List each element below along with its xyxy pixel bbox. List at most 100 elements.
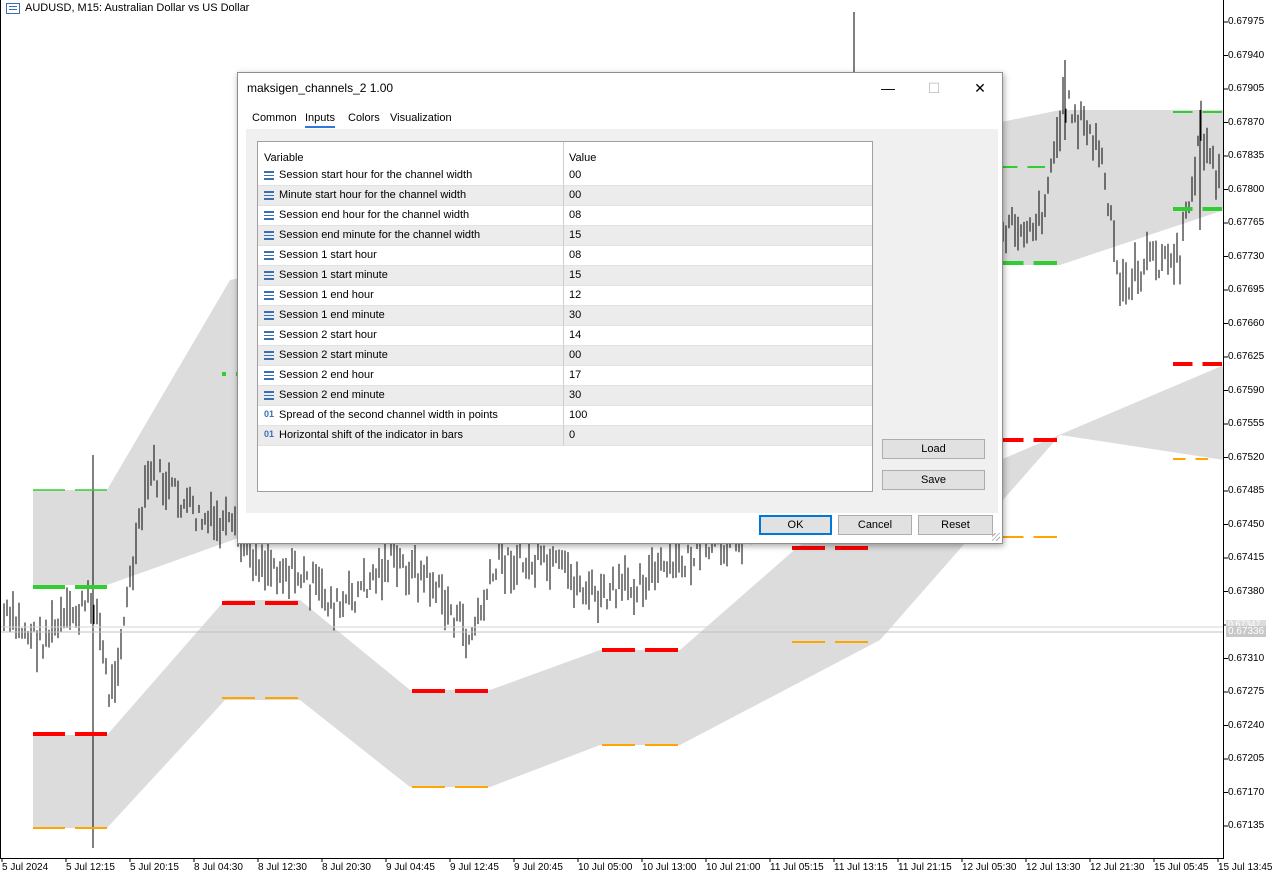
table-row[interactable]: 01 Horizontal shift of the indicator in b… xyxy=(258,426,872,446)
row-variable-name: Minute start hour for the channel width xyxy=(279,189,467,201)
lines-icon xyxy=(264,391,274,400)
price-label: 0.67240 xyxy=(1228,719,1265,731)
row-value-field[interactable]: 12 xyxy=(569,289,581,301)
row-value-field[interactable]: 00 xyxy=(569,189,581,201)
row-value-field[interactable]: 17 xyxy=(569,369,581,381)
lines-icon xyxy=(264,231,274,240)
table-row[interactable]: Session 1 start minute 15 xyxy=(258,266,872,286)
row-value-field[interactable]: 08 xyxy=(569,249,581,261)
row-value-field[interactable]: 00 xyxy=(569,349,581,361)
lines-icon xyxy=(264,311,274,320)
table-row[interactable]: Session 2 start minute 00 xyxy=(258,346,872,366)
time-label: 8 Jul 12:30 xyxy=(258,862,307,873)
tab-common[interactable]: Common xyxy=(252,112,297,124)
time-label: 5 Jul 20:15 xyxy=(130,862,179,873)
tab-visualization[interactable]: Visualization xyxy=(390,112,452,124)
time-label: 15 Jul 05:45 xyxy=(1154,862,1209,873)
price-label: 0.67450 xyxy=(1228,518,1265,530)
ok-button[interactable]: OK xyxy=(759,515,832,535)
chart-window-icon xyxy=(6,2,20,14)
row-value-field[interactable]: 15 xyxy=(569,269,581,281)
price-label: 0.67170 xyxy=(1228,786,1265,798)
lines-icon xyxy=(264,331,274,340)
table-row[interactable]: Session 1 end minute 30 xyxy=(258,306,872,326)
table-row[interactable]: Session end minute for the channel width… xyxy=(258,226,872,246)
table-row[interactable]: Minute start hour for the channel width 0… xyxy=(258,186,872,206)
reset-button[interactable]: Reset xyxy=(918,515,993,535)
price-label: 0.67415 xyxy=(1228,552,1265,563)
price-label: 0.67205 xyxy=(1228,753,1265,764)
row-variable-name: Horizontal shift of the indicator in bar… xyxy=(279,429,464,441)
tab-inputs[interactable]: Inputs xyxy=(305,112,335,128)
table-row[interactable]: Session 2 end hour 17 xyxy=(258,366,872,386)
lines-icon xyxy=(264,171,274,180)
lines-icon xyxy=(264,371,274,380)
row-variable-name: Session 2 end hour xyxy=(279,369,374,381)
price-label: 0.67625 xyxy=(1228,351,1265,362)
time-label: 11 Jul 21:15 xyxy=(898,862,952,873)
price-label: 0.67380 xyxy=(1228,585,1265,597)
time-label: 9 Jul 12:45 xyxy=(450,862,499,873)
minimize-icon[interactable]: — xyxy=(865,73,911,103)
table-row[interactable]: Session start hour for the channel width… xyxy=(258,166,872,186)
price-label: 0.67940 xyxy=(1228,49,1265,61)
lines-icon xyxy=(264,251,274,260)
price-label: 0.67730 xyxy=(1228,250,1265,262)
indicator-properties-dialog[interactable]: maksigen_channels_2 1.00 — ☐ ✕ Common In… xyxy=(237,72,1003,544)
save-button[interactable]: Save xyxy=(882,470,985,490)
table-row[interactable]: Session 1 start hour 08 xyxy=(258,246,872,266)
resize-grip-icon[interactable] xyxy=(992,533,1000,541)
table-row[interactable]: Session 2 end minute 30 xyxy=(258,386,872,406)
tab-colors[interactable]: Colors xyxy=(348,112,380,124)
row-variable-name: Session end minute for the channel width xyxy=(279,229,481,241)
row-value-field[interactable]: 15 xyxy=(569,229,581,241)
price-label: 0.67835 xyxy=(1228,150,1265,161)
time-label: 11 Jul 05:15 xyxy=(770,862,824,873)
lines-icon xyxy=(264,191,274,200)
row-separator xyxy=(258,445,872,446)
time-label: 11 Jul 13:15 xyxy=(834,862,888,873)
time-label: 10 Jul 13:00 xyxy=(642,862,697,873)
dialog-title: maksigen_channels_2 1.00 xyxy=(247,81,394,95)
chart-symbol-title: AUDUSD, M15: Australian Dollar vs US Dol… xyxy=(25,2,250,14)
price-label: 0.67135 xyxy=(1228,820,1265,831)
price-label: 0.67485 xyxy=(1228,485,1265,496)
current-price-label: 0.67336 xyxy=(1226,626,1266,637)
number-icon: 01 xyxy=(264,409,275,419)
lines-icon xyxy=(264,291,274,300)
row-variable-name: Session 1 end hour xyxy=(279,289,374,301)
header-variable: Variable xyxy=(264,152,304,164)
maximize-icon[interactable]: ☐ xyxy=(911,73,957,103)
row-variable-name: Session 2 start minute xyxy=(279,349,388,361)
price-label: 0.67975 xyxy=(1228,16,1265,27)
cancel-button[interactable]: Cancel xyxy=(838,515,912,535)
price-label: 0.67590 xyxy=(1228,384,1265,396)
price-label: 0.67660 xyxy=(1228,317,1265,329)
row-value-field[interactable]: 14 xyxy=(569,329,581,341)
inputs-table[interactable]: Variable Value Session start hour for th… xyxy=(257,141,873,492)
row-variable-name: Spread of the second channel width in po… xyxy=(279,409,498,421)
price-label: 0.67555 xyxy=(1228,418,1265,429)
load-button[interactable]: Load xyxy=(882,439,985,459)
time-label: 10 Jul 05:00 xyxy=(578,862,633,873)
table-row[interactable]: Session end hour for the channel width 08 xyxy=(258,206,872,226)
time-label: 8 Jul 04:30 xyxy=(194,862,243,873)
row-value-field[interactable]: 00 xyxy=(569,169,581,181)
time-label: 5 Jul 2024 xyxy=(2,862,49,873)
close-icon[interactable]: ✕ xyxy=(957,73,1003,103)
row-value-field[interactable]: 30 xyxy=(569,389,581,401)
table-row[interactable]: Session 1 end hour 12 xyxy=(258,286,872,306)
lines-icon xyxy=(264,351,274,360)
row-value-field[interactable]: 08 xyxy=(569,209,581,221)
row-value-field[interactable]: 100 xyxy=(569,409,587,421)
chart-title: AUDUSD, M15: Australian Dollar vs US Dol… xyxy=(6,2,249,14)
price-label: 0.67765 xyxy=(1228,217,1265,228)
row-value-field[interactable]: 30 xyxy=(569,309,581,321)
row-value-field[interactable]: 0 xyxy=(569,429,575,441)
dialog-panel: Common Inputs Colors Visualization Varia… xyxy=(246,105,998,513)
table-row[interactable]: 01 Spread of the second channel width in … xyxy=(258,406,872,426)
row-variable-name: Session start hour for the channel width xyxy=(279,169,473,181)
table-row[interactable]: Session 2 start hour 14 xyxy=(258,326,872,346)
time-label: 9 Jul 20:45 xyxy=(514,862,563,873)
header-value: Value xyxy=(569,152,597,164)
